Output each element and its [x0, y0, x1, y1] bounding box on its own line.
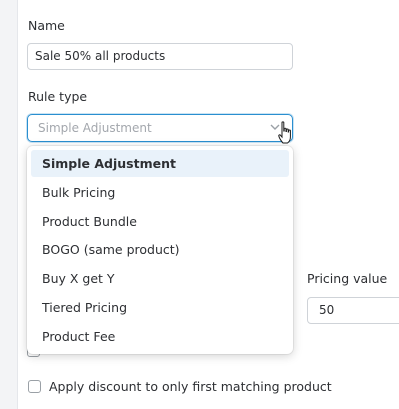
option-simple-adjustment[interactable]: Simple Adjustment — [31, 150, 289, 177]
rule-type-placeholder: Simple Adjustment — [38, 121, 152, 135]
pricing-value-input[interactable]: 50 — [307, 297, 399, 324]
name-input[interactable]: Sale 50% all products — [27, 43, 293, 70]
option-tiered-pricing[interactable]: Tiered Pricing — [31, 294, 289, 321]
first-match-label: Apply discount to only first matching pr… — [49, 379, 332, 394]
pricing-value-label: Pricing value — [307, 271, 388, 286]
name-label: Name — [28, 18, 65, 33]
option-product-fee[interactable]: Product Fee — [31, 323, 289, 350]
hand-pointer-icon — [278, 121, 291, 144]
option-buy-x-get-y[interactable]: Buy X get Y — [31, 265, 289, 292]
option-bogo-same-product[interactable]: BOGO (same product) — [31, 236, 289, 263]
option-product-bundle[interactable]: Product Bundle — [31, 208, 289, 235]
first-match-checkbox[interactable] — [28, 380, 41, 393]
rule-type-select[interactable]: Simple Adjustment — [27, 114, 293, 142]
rule-type-dropdown: Simple Adjustment Bulk Pricing Product B… — [27, 146, 293, 354]
option-bulk-pricing[interactable]: Bulk Pricing — [31, 179, 289, 206]
rule-type-label: Rule type — [28, 89, 88, 104]
